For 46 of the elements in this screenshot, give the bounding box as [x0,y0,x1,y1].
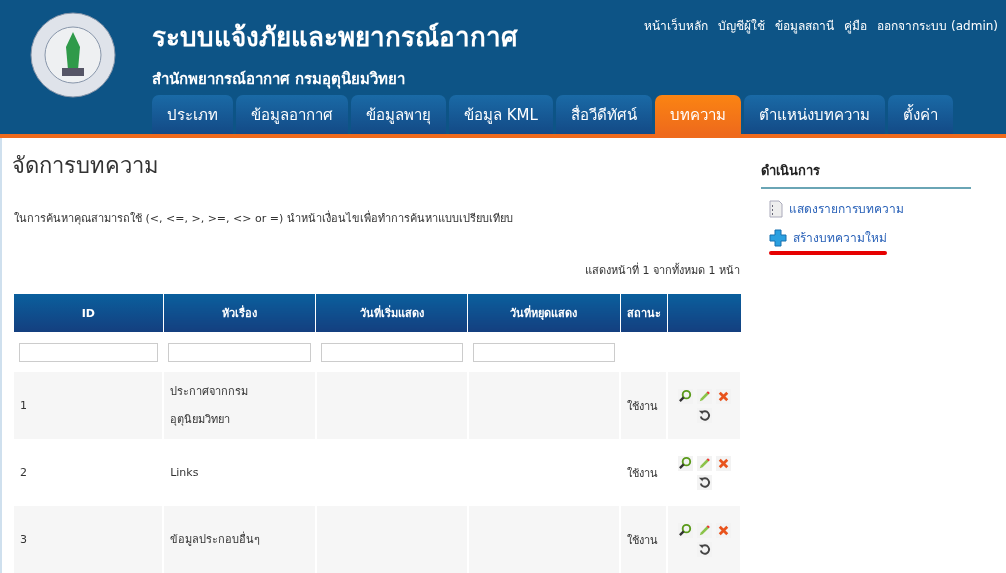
column-header: วันที่หยุดแสดง [467,294,621,332]
filter-field[interactable] [168,343,311,362]
sidebar-title: ดำเนินการ [761,160,971,189]
table-cell: ประกาศจากกรม อุตุนิยมวิทยา [163,372,316,439]
top-link[interactable]: ออกจากระบบ (admin) [877,16,998,35]
table-cell: ข้อมูลประกอบอื่นๆ [163,506,316,573]
top-link[interactable]: บัญชีผู้ใช้ [718,16,766,35]
top-link[interactable]: คู่มือ [844,16,868,35]
search-hint: ในการค้นหาคุณสามารถใช้ (<, <=, >, >=, <> or =) นำหน้าเงื่อนไขเพื่อทำการค้นหาแบบเปรียบเทียบ [14,209,514,227]
table-cell: Links [163,439,316,506]
table-cell: 1 [14,372,164,439]
pager-text: แสดงหน้าที่ 1 จากทั้งหมด 1 หน้า [584,261,740,279]
search-icon[interactable] [677,455,693,471]
reset-icon[interactable] [696,541,712,557]
column-header: ID [14,294,164,332]
filter-field[interactable] [320,343,463,362]
table-cell: ใช้งาน [620,439,667,506]
document-icon [769,199,783,218]
table-cell: ใช้งาน [620,506,667,573]
nav-tab[interactable]: สื่อวีดีทัศน์ [555,95,652,134]
site-subtitle: สำนักพยากรณ์อากาศ กรมอุตุนิยมวิทยา [152,69,407,91]
plus-icon [769,228,787,247]
filter-field[interactable] [19,343,159,362]
table-cell: 2 [14,439,164,506]
column-header: สถานะ [620,294,667,332]
nav-tab[interactable]: ตั้งค่า [887,95,953,134]
page-title: จัดการบทความ [12,152,160,180]
table-cell: 3 [14,506,164,573]
top-link[interactable]: ข้อมูลสถานี [775,16,835,35]
nav-tab[interactable]: ประเภท [152,95,233,134]
column-header: หัวเรื่อง [163,294,316,332]
nav-tab[interactable]: ข้อมูลพายุ [351,95,446,134]
delete-icon[interactable] [715,455,731,471]
table-cell: ใช้งาน [620,372,667,439]
sidebar-link[interactable]: สร้างบทความใหม่ [793,228,887,247]
sidebar-link[interactable]: แสดงรายการบทความ [789,199,904,218]
column-header: วันที่เริ่มแสดง [315,294,468,332]
top-link[interactable]: หน้าเว็บหลัก [644,16,709,35]
reset-icon[interactable] [696,474,712,490]
nav-tab[interactable]: ตำแหน่งบทความ [743,95,885,134]
nav-tab[interactable]: ข้อมูล KML [449,95,553,134]
logo-icon [30,12,116,98]
site-title: ระบบแจ้งภัยและพยากรณ์อากาศ [152,21,518,54]
nav-tab[interactable]: ข้อมูลอากาศ [236,95,348,134]
reset-icon[interactable] [696,407,712,423]
filter-field[interactable] [472,343,616,362]
